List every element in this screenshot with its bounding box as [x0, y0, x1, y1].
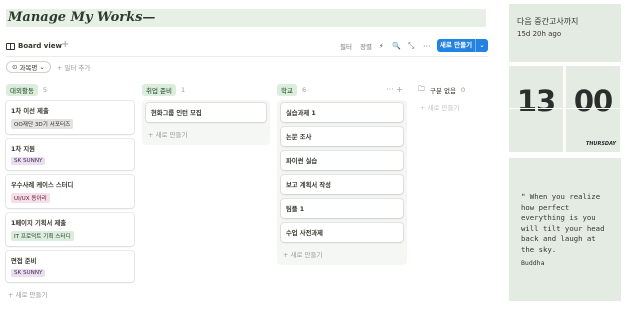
- clock-hour: 13: [516, 84, 556, 118]
- group-body: 실습과제 1 논문 조사 파이썬 실습 보고 계획서 작성 팀플 1 수업 사전…: [277, 100, 407, 265]
- chevron-down-icon: ⌄: [39, 63, 45, 71]
- card-title: 현화그룹 인턴 모집: [151, 110, 202, 117]
- board-card[interactable]: 수업 사전과제: [281, 223, 403, 242]
- board-card[interactable]: 1페이지 기획서 제출 IT 프로덕트 기획 스터디: [6, 213, 134, 246]
- card-title: 보고 계획서 작성: [286, 182, 331, 189]
- card-title: 파이썬 실습: [286, 158, 318, 165]
- group-label: 취업 준비: [142, 84, 176, 96]
- folder-icon: 🗀: [418, 84, 425, 93]
- countdown-value: 15d 20h ago: [517, 30, 562, 38]
- filter-button[interactable]: 필터: [340, 38, 352, 54]
- group-header: 대외활동 5: [6, 82, 134, 98]
- chevron-down-icon[interactable]: ⌄: [476, 42, 488, 49]
- card-title: 1차 이선 제출: [11, 108, 49, 115]
- group-header: 취업 준비 1: [142, 82, 270, 98]
- board-group-none: 🗀 구분 없음 0 + 새로 만들기: [414, 82, 494, 114]
- card-tag: UI/UX 동아리: [11, 193, 50, 203]
- card-title: 우수사례 케이스 스터디: [11, 182, 74, 189]
- tab-board-view[interactable]: Board view: [6, 38, 62, 54]
- card-tag: SK SUNNY: [11, 157, 46, 165]
- group-actions[interactable]: ··· +: [386, 85, 403, 94]
- add-card-button[interactable]: + 새로 만들기: [146, 127, 266, 141]
- card-title: 면접 준비: [11, 258, 37, 265]
- clock-hour-card: 13: [509, 66, 563, 152]
- quote-author: Buddha: [521, 259, 545, 267]
- flip-divider: [566, 108, 620, 109]
- board-card[interactable]: 1차 지원 SK SUNNY: [6, 139, 134, 170]
- board-card[interactable]: 실습과제 1: [281, 103, 403, 122]
- board-group-activities: 대외활동 5 1차 이선 제출 OO재단 3D기 서포터즈 1차 지원 SK S…: [6, 82, 134, 301]
- filter-chip-label: 과목명: [19, 64, 38, 72]
- group-header: 🗀 구분 없음 0: [414, 82, 494, 98]
- board-card[interactable]: 우수사례 케이스 스터디 UI/UX 동아리: [6, 175, 134, 208]
- group-count: 1: [181, 86, 186, 94]
- add-card-button[interactable]: + 새로 만들기: [6, 287, 134, 301]
- sort-button[interactable]: 정렬: [360, 38, 372, 54]
- new-button-label[interactable]: 새로 만들기: [437, 39, 476, 52]
- add-filter-button[interactable]: + 필터 추가: [57, 62, 91, 72]
- new-button[interactable]: 새로 만들기 ⌄: [437, 39, 488, 52]
- group-body: 현화그룹 인턴 모집 + 새로 만들기: [142, 100, 270, 145]
- board-card[interactable]: 팀플 1: [281, 199, 403, 218]
- board-card[interactable]: 1차 이선 제출 OO재단 3D기 서포터즈: [6, 101, 134, 134]
- card-tag: SK SUNNY: [11, 269, 46, 277]
- automation-icon[interactable]: ⚡: [379, 38, 384, 54]
- card-title: 1차 지원: [11, 146, 35, 153]
- clock-widget: 13 00 THURSDAY: [509, 66, 621, 152]
- expand-icon[interactable]: ⤡: [408, 38, 414, 54]
- group-count: 0: [461, 86, 466, 94]
- board-card[interactable]: 면접 준비 SK SUNNY: [6, 251, 134, 282]
- board-icon: [6, 42, 15, 50]
- clock-minute-card: 00 THURSDAY: [566, 66, 620, 152]
- board-card[interactable]: 파이썬 실습: [281, 151, 403, 170]
- group-count: 5: [42, 86, 48, 94]
- group-count: 6: [301, 86, 307, 94]
- board-group-school: 학교 6 ··· + 실습과제 1 논문 조사 파이썬 실습 보고 계획서 작성…: [277, 82, 407, 265]
- group-label: 대외활동: [6, 84, 38, 96]
- add-card-button[interactable]: + 새로 만들기: [414, 100, 494, 114]
- add-card-button[interactable]: + 새로 만들기: [281, 247, 403, 261]
- view-toolbar: Board view + 필터 정렬 ⚡ 🔍 ⤡ ··· 새로 만들기 ⌄: [6, 38, 488, 57]
- quote-text: ❝ When you realize how perfect everythin…: [521, 192, 611, 255]
- filter-chip-subject[interactable]: ⊙ 과목명 ⌄: [6, 61, 51, 73]
- group-label: 학교: [277, 84, 297, 96]
- countdown-widget: 다음 중간고사까지 15d 20h ago: [509, 4, 621, 62]
- board-card[interactable]: 현화그룹 인턴 모집: [146, 103, 266, 122]
- add-view-button[interactable]: +: [61, 39, 69, 51]
- quote-widget: ❝ When you realize how perfect everythin…: [509, 158, 621, 301]
- card-title: 1페이지 기획서 제출: [11, 220, 67, 227]
- card-title: 팀플 1: [286, 206, 305, 213]
- quote-body: When you realize how perfect everything …: [521, 192, 609, 254]
- flip-divider: [509, 108, 563, 109]
- filter-row: ⊙ 과목명 ⌄ + 필터 추가: [6, 60, 90, 74]
- board-group-job: 취업 준비 1 현화그룹 인턴 모집 + 새로 만들기: [142, 82, 270, 145]
- page-title: Manage My Works—: [6, 9, 486, 27]
- countdown-title: 다음 중간고사까지: [517, 17, 579, 26]
- clock-minute: 00: [573, 84, 613, 118]
- more-icon[interactable]: ···: [423, 38, 431, 54]
- card-title: 수업 사전과제: [286, 230, 323, 237]
- card-tag: IT 프로덕트 기획 스터디: [11, 231, 74, 241]
- card-title: 논문 조사: [286, 134, 312, 141]
- card-tag: OO재단 3D기 서포터즈: [11, 119, 74, 129]
- clock-day: THURSDAY: [585, 141, 616, 147]
- board-card[interactable]: 보고 계획서 작성: [281, 175, 403, 194]
- group-label: 구분 없음: [430, 87, 456, 95]
- board-card[interactable]: 논문 조사: [281, 127, 403, 146]
- card-title: 실습과제 1: [286, 110, 316, 117]
- filter-circle-icon: ⊙: [12, 63, 18, 71]
- search-icon[interactable]: 🔍: [392, 38, 401, 54]
- tab-label: Board view: [18, 42, 62, 50]
- divider: [6, 56, 488, 57]
